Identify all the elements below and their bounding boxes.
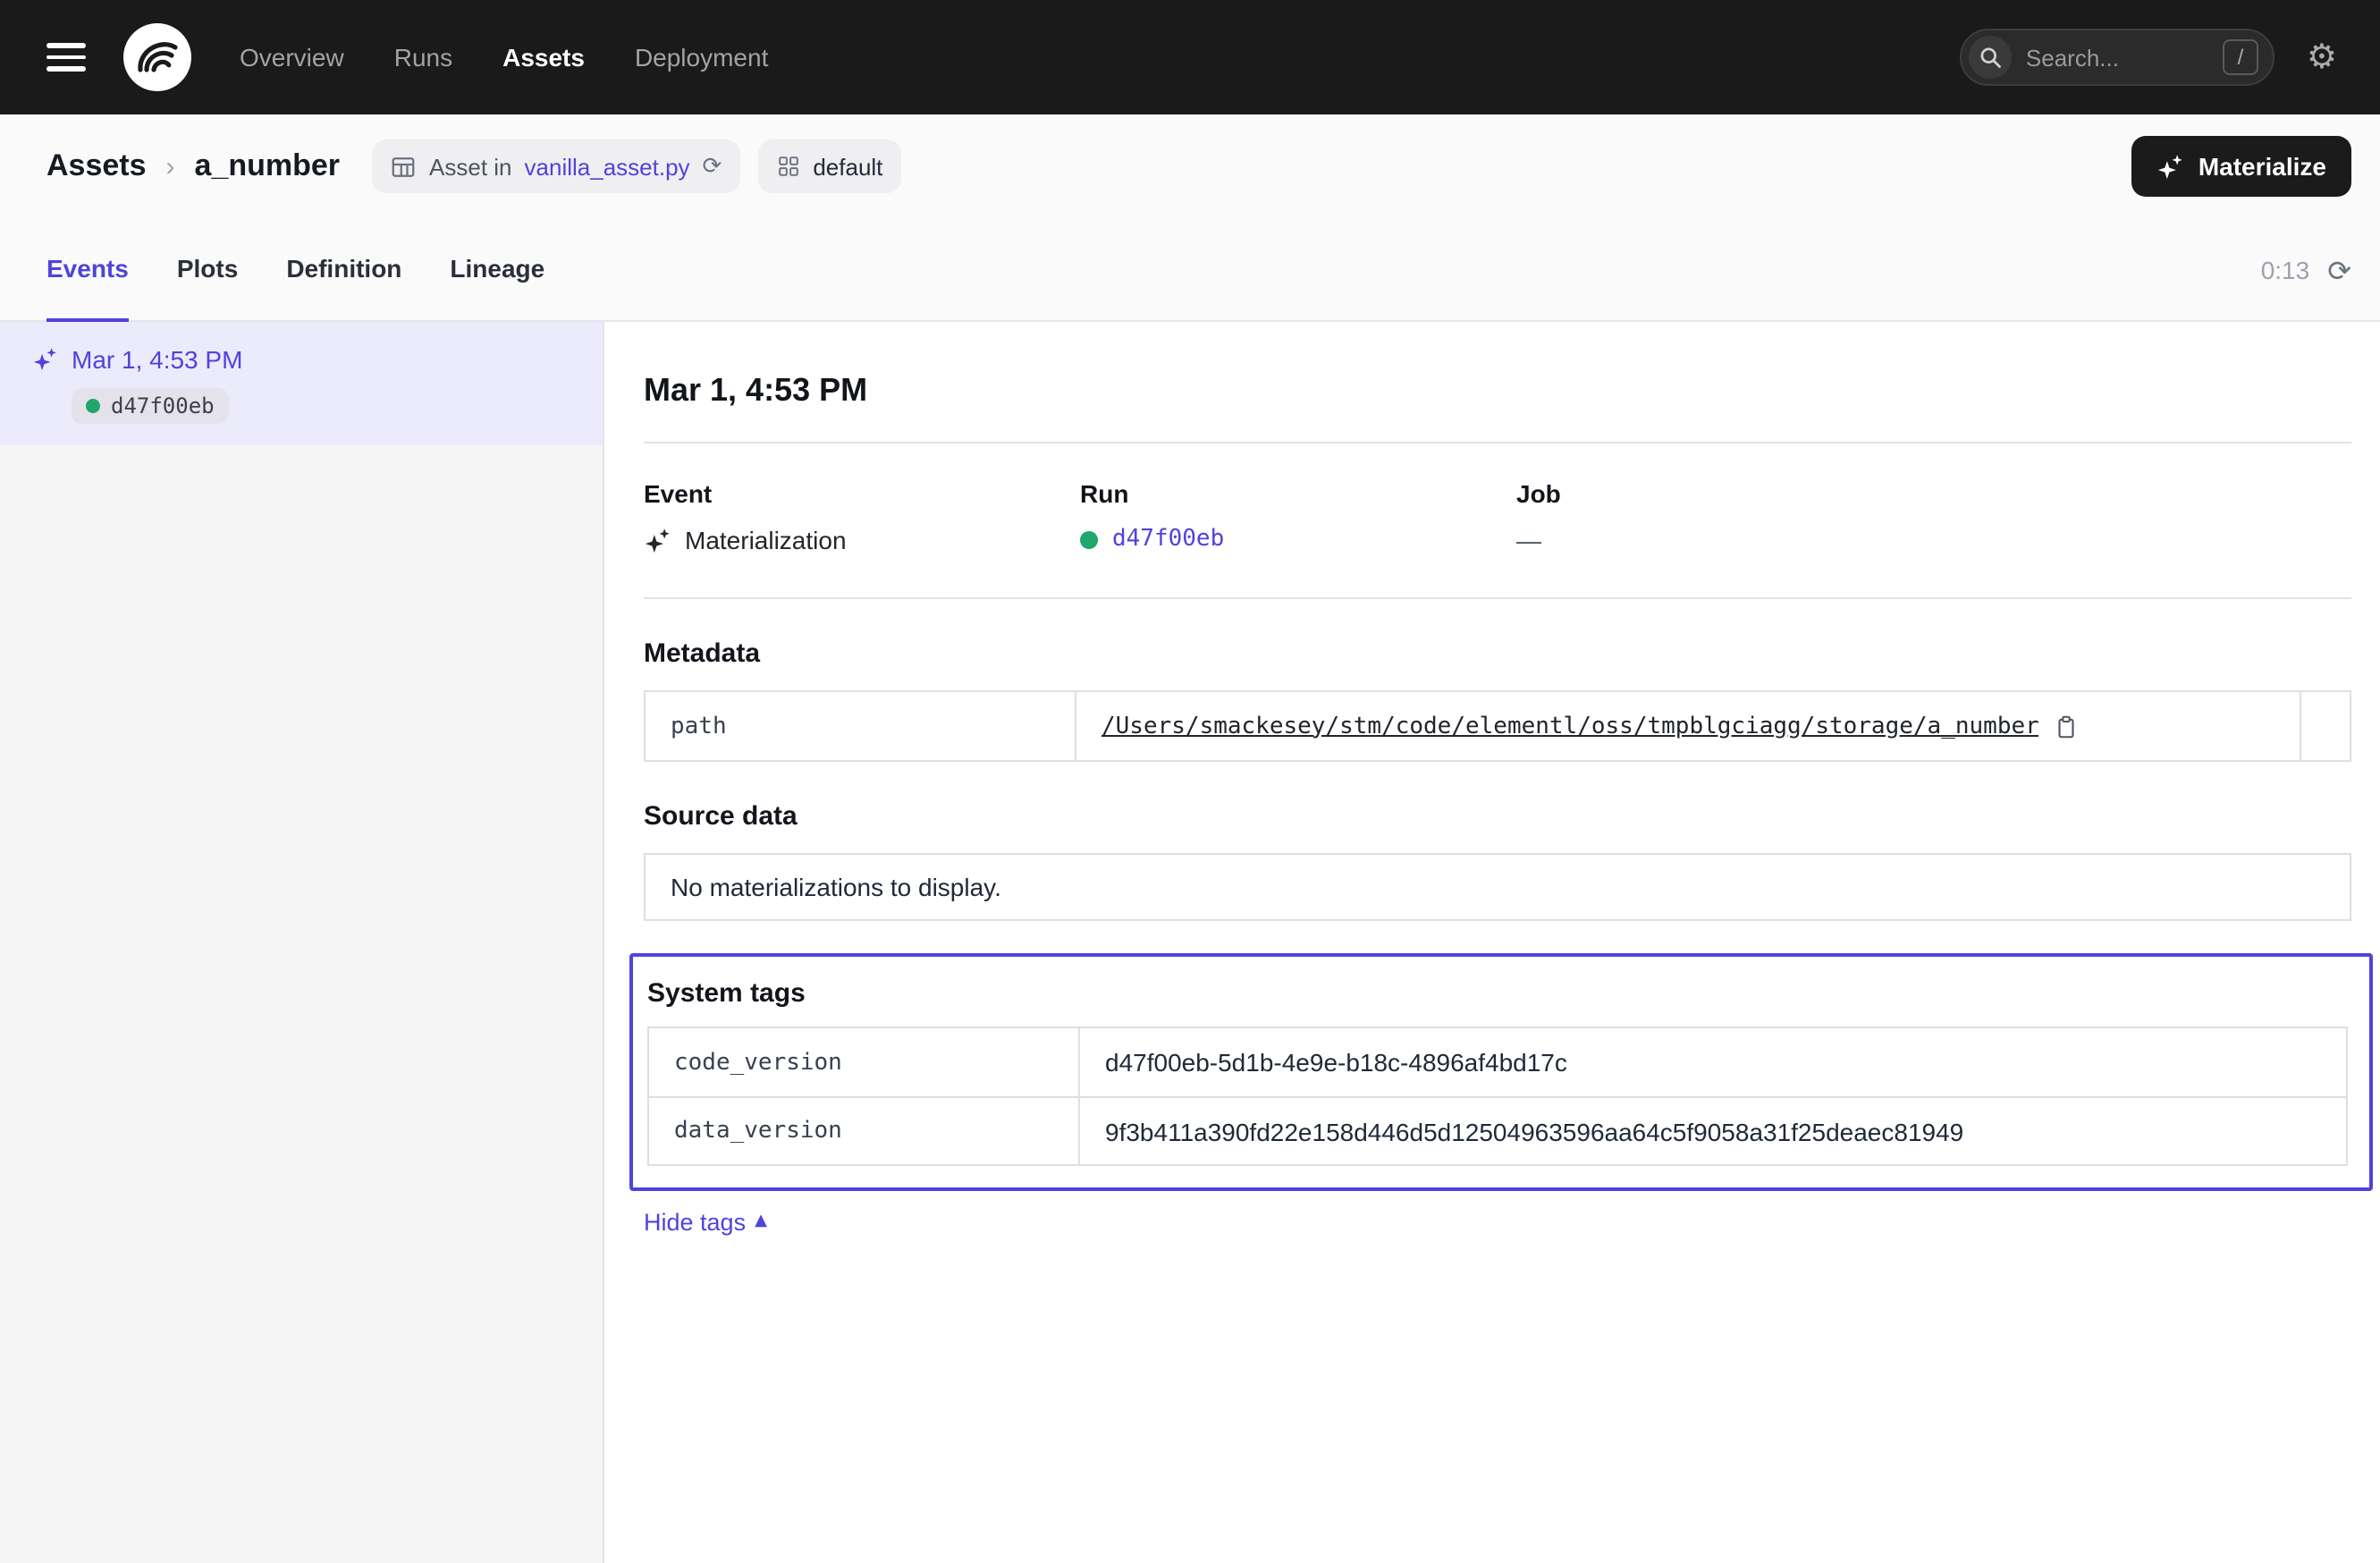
top-nav-bar: Overview Runs Assets Deployment / ⚙ [0,0,2380,114]
asset-definition-chip[interactable]: Asset in vanilla_asset.py ⟳ [372,139,739,193]
tab-plots[interactable]: Plots [177,218,238,322]
nav-item-overview[interactable]: Overview [240,43,344,72]
group-grid-icon [775,154,800,179]
copy-icon[interactable] [2054,713,2080,739]
refresh-countdown: 0:13 [2261,256,2310,284]
caret-up-icon: ▲ [755,1214,767,1230]
nav-item-runs[interactable]: Runs [394,43,452,72]
refresh-icon[interactable]: ⟳ [2327,253,2351,287]
event-label: Event [644,479,1080,508]
divider [644,597,2351,599]
nav-item-assets[interactable]: Assets [502,43,585,72]
asset-group-chip[interactable]: default [757,139,900,193]
asset-header: Assets › a_number Asset in vanilla_asset… [0,114,2380,218]
asset-tabs: Events Plots Definition Lineage 0:13 ⟳ [0,218,2380,322]
source-data-heading: Source data [644,801,2351,832]
refresh-timer-group: 0:13 ⟳ [2261,218,2351,322]
system-tags-highlight-box: System tags code_version d47f00eb-5d1b-4… [629,953,2373,1191]
system-tag-row-code-version: code_version d47f00eb-5d1b-4e9e-b18c-489… [649,1028,2346,1096]
divider [644,442,2351,444]
system-tag-key: code_version [649,1028,1078,1096]
run-column: Run d47f00eb [1080,479,1516,554]
event-type-value: Materialization [685,526,847,554]
metadata-table: path /Users/smackesey/stm/code/elementl/… [644,690,2351,762]
asset-chip-prefix: Asset in [429,153,512,180]
breadcrumb-assets[interactable]: Assets [46,148,147,184]
metadata-row-path: path /Users/smackesey/stm/code/elementl/… [646,692,2350,760]
materialize-button[interactable]: Materialize [2132,136,2351,197]
tab-events[interactable]: Events [46,218,129,322]
content-area: Mar 1, 4:53 PM d47f00eb Mar 1, 4:53 PM E… [0,322,2380,1563]
event-detail-panel: Mar 1, 4:53 PM Event Materialization [604,322,2380,1563]
source-data-empty-box: No materializations to display. [644,853,2351,921]
hide-tags-link[interactable]: Hide tags ▲ [644,1209,767,1236]
search-icon [1969,36,2012,79]
global-search[interactable]: / [1960,29,2275,86]
event-column: Event Materialization [644,479,1080,554]
job-column: Job — [1516,479,1953,554]
event-summary-columns: Event Materialization Run [644,479,2351,554]
metadata-key: path [646,692,1075,760]
dagster-logo[interactable] [122,21,193,93]
materialization-sparkle-icon [32,347,57,372]
run-id-link[interactable]: d47f00eb [1112,526,1224,553]
system-tags-heading: System tags [647,978,2348,1009]
system-tag-value: 9f3b411a390fd22e158d446d5d12504963596aa6… [1105,1117,1963,1145]
event-detail-title: Mar 1, 4:53 PM [644,372,2351,410]
metadata-heading: Metadata [644,638,2351,669]
event-list-sidebar: Mar 1, 4:53 PM d47f00eb [0,322,604,1563]
nav-item-deployment[interactable]: Deployment [635,43,768,72]
top-nav-links: Overview Runs Assets Deployment [240,43,768,72]
hamburger-menu-icon[interactable] [46,44,86,71]
gear-icon[interactable]: ⚙ [2307,40,2337,74]
event-timestamp: Mar 1, 4:53 PM [72,345,242,374]
metadata-row-actions-cell [2300,692,2350,760]
hide-tags-label: Hide tags [644,1209,746,1236]
asset-file-link[interactable]: vanilla_asset.py [525,153,690,180]
job-empty-value: — [1516,526,1541,554]
source-data-empty-text: No materializations to display. [671,873,1001,901]
system-tag-row-data-version: data_version 9f3b411a390fd22e158d446d5d1… [649,1096,2346,1164]
job-label: Job [1516,479,1953,508]
materialize-button-label: Materialize [2199,152,2326,181]
run-label: Run [1080,479,1516,508]
system-tag-key: data_version [649,1098,1078,1164]
table-icon [390,153,417,180]
tab-definition[interactable]: Definition [286,218,401,322]
asset-group-label: default [813,153,882,180]
system-tags-table: code_version d47f00eb-5d1b-4e9e-b18c-489… [647,1027,2348,1166]
run-status-dot [1080,530,1098,548]
search-input[interactable] [2026,44,2223,71]
tab-lineage[interactable]: Lineage [450,218,544,322]
reload-code-location-icon[interactable]: ⟳ [703,153,722,180]
system-tag-value: d47f00eb-5d1b-4e9e-b18c-4896af4bd17c [1105,1048,1567,1077]
run-id-label: d47f00eb [111,393,215,418]
run-id-chip[interactable]: d47f00eb [72,388,229,424]
event-list-item[interactable]: Mar 1, 4:53 PM d47f00eb [0,322,603,445]
metadata-path-link[interactable]: /Users/smackesey/stm/code/elementl/oss/t… [1101,713,2039,739]
breadcrumb-separator: › [166,151,175,182]
search-shortcut-key: / [2223,39,2258,75]
sparkle-icon [2157,153,2184,180]
breadcrumb-asset-name: a_number [195,148,341,184]
run-status-dot [86,399,100,413]
materialization-sparkle-icon [644,527,671,553]
app-root: Overview Runs Assets Deployment / ⚙ Asse… [0,0,2380,1563]
